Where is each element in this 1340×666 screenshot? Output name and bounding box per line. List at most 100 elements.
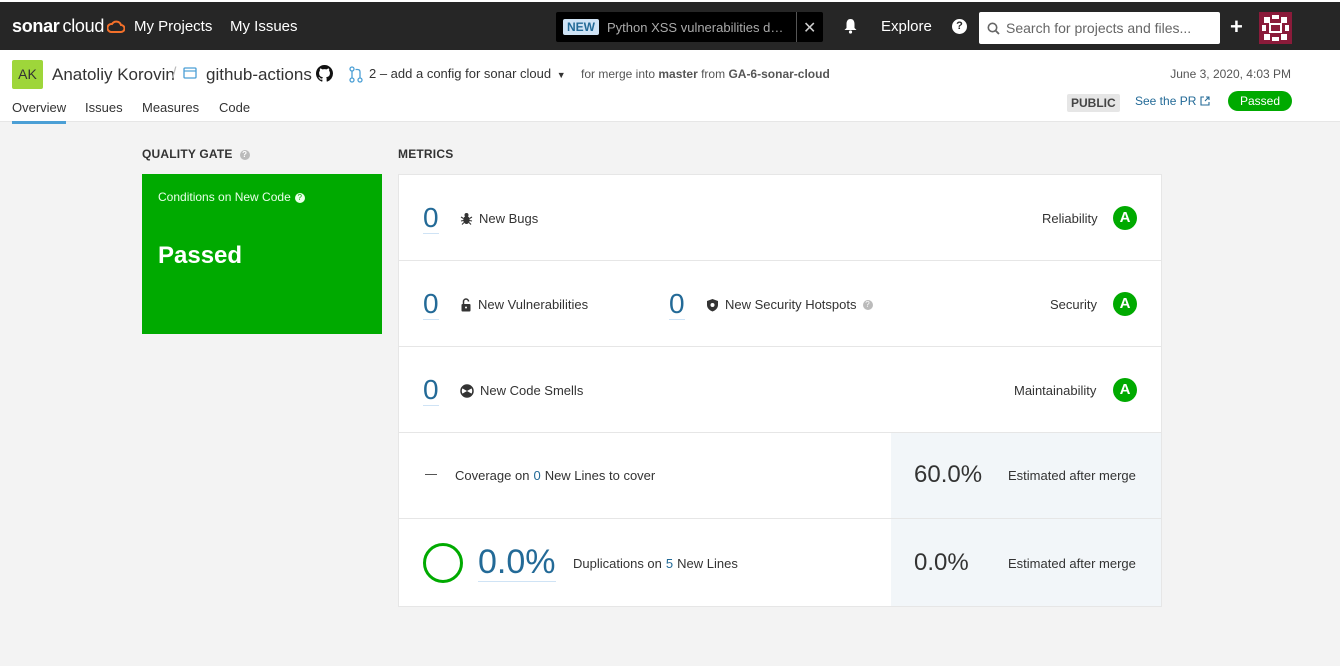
source-branch: GA-6-sonar-cloud [728, 67, 830, 81]
coverage-lines-link[interactable]: 0 [533, 468, 540, 483]
logo-text-light: cloud [62, 16, 105, 36]
search-icon [987, 22, 1000, 35]
code-smell-icon [460, 383, 474, 398]
breadcrumb-separator: / [172, 65, 177, 82]
bell-icon[interactable] [843, 18, 858, 37]
plus-icon[interactable]: + [1230, 14, 1243, 40]
quality-gate-title: QUALITY GATE? [142, 147, 250, 161]
pr-branch-label: 2 – add a config for sonar cloud [369, 66, 552, 81]
new-hotspots-value[interactable]: 0 [669, 289, 685, 320]
coverage-estimate-label: Estimated after merge [1008, 468, 1136, 483]
metric-row-maintainability: 0 New Code Smells Maintainability A [399, 347, 1161, 433]
nav-my-issues[interactable]: My Issues [230, 18, 298, 35]
coverage-prefix: Coverage on [455, 468, 530, 483]
new-badge: NEW [563, 19, 599, 35]
org-name-link[interactable]: Anatoliy Korovin [52, 65, 175, 85]
target-branch: master [658, 67, 698, 81]
maintainability-label: Maintainability [1014, 383, 1097, 398]
duplications-donut-icon [423, 543, 463, 583]
shield-icon [707, 298, 718, 311]
coverage-estimate-value: 60.0% [914, 461, 983, 488]
user-avatar[interactable] [1259, 12, 1292, 44]
metric-row-coverage: Coverage on 0 New Lines to cover 60.0% E… [399, 433, 1161, 519]
new-code-smells-text: New Code Smells [480, 383, 584, 398]
coverage-dash [425, 474, 437, 475]
identicon-icon [1262, 15, 1289, 41]
duplications-estimate-value: 0.0% [914, 549, 969, 576]
analysis-date: June 3, 2020, 4:03 PM [1170, 67, 1291, 81]
search-input[interactable] [1006, 20, 1206, 36]
see-pr-link[interactable]: See the PR [1135, 94, 1210, 108]
metrics-title: METRICS [398, 147, 454, 161]
sonarcloud-logo[interactable]: sonar cloud [12, 16, 126, 37]
announcement-divider [796, 12, 797, 42]
duplications-lines-link[interactable]: 5 [666, 556, 673, 571]
help-icon[interactable]: ? [952, 19, 967, 34]
new-vulnerabilities-text: New Vulnerabilities [478, 297, 589, 312]
duplications-prefix: Duplications on [573, 556, 662, 571]
coverage-estimate-panel: 60.0% Estimated after merge [891, 433, 1161, 518]
new-code-smells-value[interactable]: 0 [423, 375, 439, 406]
duplications-estimate-panel: 0.0% Estimated after merge [891, 519, 1161, 606]
help-icon[interactable]: ? [239, 149, 250, 160]
close-icon[interactable]: ✕ [803, 18, 816, 38]
chevron-down-icon: ▼ [556, 70, 566, 80]
help-icon[interactable]: ? [862, 299, 873, 310]
merge-prefix: for merge into [581, 67, 656, 81]
tab-code[interactable]: Code [219, 100, 250, 121]
project-header: AK Anatoliy Korovin / github-actions 2 –… [0, 50, 1340, 124]
logo-text-bold: sonar [12, 16, 60, 36]
maintainability-rating[interactable]: A [1113, 378, 1137, 402]
duplications-value[interactable]: 0.0% [478, 543, 556, 582]
github-icon[interactable] [316, 65, 333, 85]
coverage-label: Coverage on 0 New Lines to cover [455, 468, 655, 483]
new-vulnerabilities-value[interactable]: 0 [423, 289, 439, 320]
pr-branch-selector[interactable]: 2 – add a config for sonar cloud ▼ [369, 66, 566, 81]
duplications-label: Duplications on 5 New Lines [573, 556, 738, 571]
announcement-text[interactable]: Python XSS vulnerabilities dete… [607, 20, 787, 35]
reliability-label: Reliability [1042, 211, 1098, 226]
nav-my-projects[interactable]: My Projects [134, 18, 212, 35]
security-label: Security [1050, 297, 1097, 312]
security-rating[interactable]: A [1113, 292, 1137, 316]
project-name-link[interactable]: github-actions [206, 65, 312, 85]
org-avatar[interactable]: AK [12, 60, 43, 89]
coverage-suffix: New Lines to cover [544, 468, 656, 483]
tab-issues[interactable]: Issues [85, 100, 123, 121]
conditions-label: Conditions on New Code [158, 190, 291, 204]
new-hotspots-label: New Security Hotspots ? [706, 297, 873, 312]
new-code-smells-label: New Code Smells [460, 383, 583, 398]
duplications-estimate-label: Estimated after merge [1008, 556, 1136, 571]
help-icon[interactable]: ? [294, 192, 305, 203]
conditions-link[interactable]: Conditions on New Code? [158, 190, 305, 204]
metrics-panel: 0 New Bugs Reliability A 0 New Vulnerabi… [398, 174, 1162, 607]
pull-request-icon [349, 66, 363, 86]
nav-explore[interactable]: Explore [881, 18, 932, 35]
new-bugs-value[interactable]: 0 [423, 203, 439, 234]
see-pr-label: See the PR [1135, 94, 1197, 108]
new-hotspots-text: New Security Hotspots [725, 297, 857, 312]
announcement-banner[interactable]: NEW Python XSS vulnerabilities dete… ✕ [556, 12, 823, 42]
tab-overview[interactable]: Overview [12, 100, 67, 124]
new-bugs-text: New Bugs [479, 211, 539, 226]
repository-icon [183, 67, 197, 82]
merge-from: from [701, 67, 726, 81]
reliability-rating[interactable]: A [1113, 206, 1137, 230]
quality-gate-box: Conditions on New Code? Passed [142, 174, 382, 334]
bug-icon [460, 213, 473, 225]
new-bugs-label: New Bugs [460, 211, 538, 226]
visibility-badge: PUBLIC [1067, 94, 1120, 112]
merge-info: for merge into master from GA-6-sonar-cl… [581, 67, 830, 81]
duplications-suffix: New Lines [677, 556, 738, 571]
lock-open-icon [461, 297, 471, 311]
status-badge: Passed [1228, 91, 1292, 111]
search-box[interactable] [979, 12, 1220, 44]
metric-row-security: 0 New Vulnerabilities 0 New Security Hot… [399, 261, 1161, 347]
cloud-logo-icon [107, 20, 126, 33]
metric-row-bugs: 0 New Bugs Reliability A [399, 175, 1161, 261]
top-navbar: sonar cloud My Projects My Issues NEW Pyt… [0, 0, 1340, 50]
quality-gate-status: Passed [158, 242, 243, 269]
tab-measures[interactable]: Measures [142, 100, 199, 121]
external-link-icon [1200, 96, 1210, 106]
new-vulnerabilities-label: New Vulnerabilities [460, 297, 588, 312]
